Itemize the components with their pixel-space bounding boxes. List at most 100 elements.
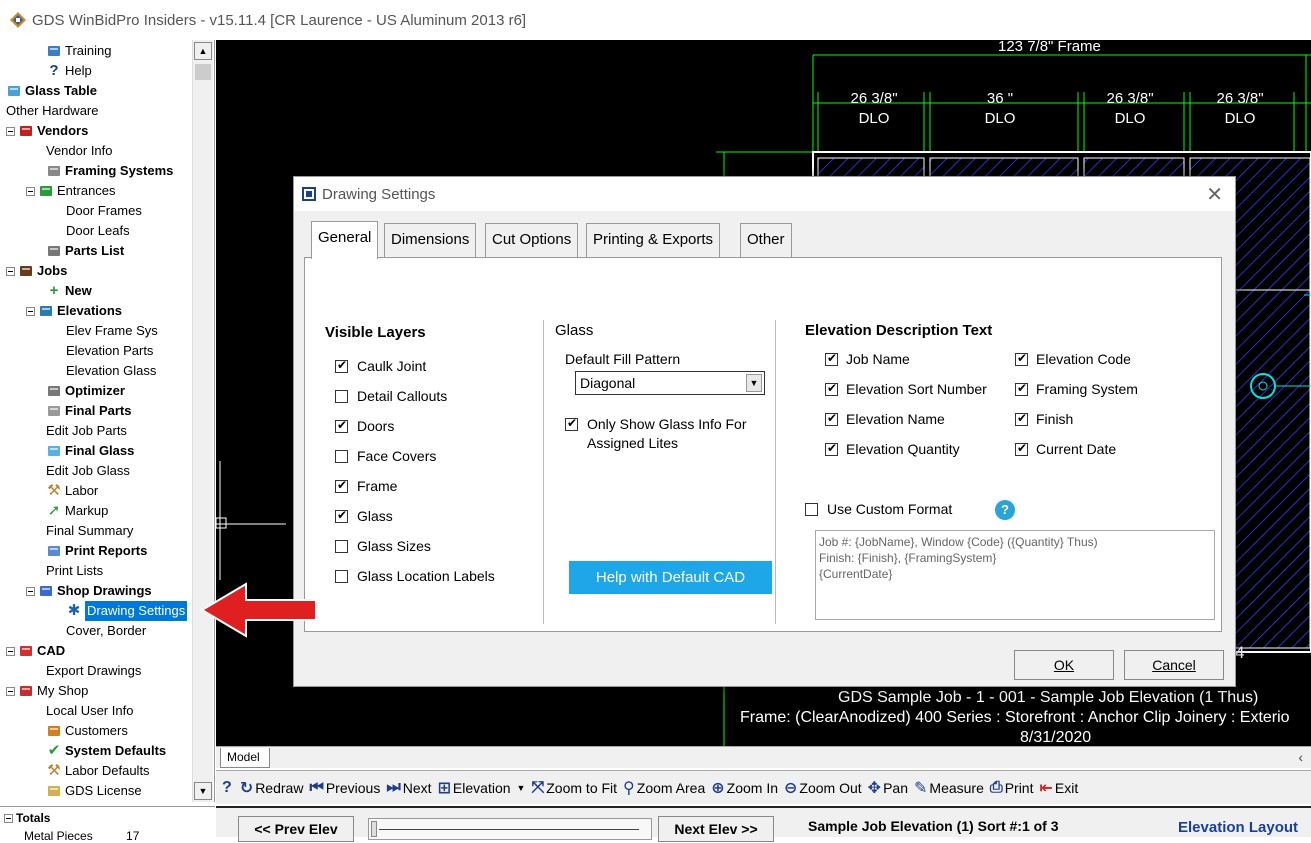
tree-item-edit-job-glass[interactable]: Edit Job Glass: [46, 461, 130, 481]
tree-item-print-reports[interactable]: Print Reports: [46, 541, 147, 561]
tree-item-local-user-info[interactable]: Local User Info: [46, 701, 133, 721]
tree-item-framing-systems[interactable]: Framing Systems: [46, 161, 173, 181]
tree-item-elev-frame-sys[interactable]: Elev Frame Sys: [66, 321, 158, 341]
next-button[interactable]: ⏭ Next: [386, 779, 431, 797]
tree-item-new[interactable]: + New: [46, 281, 92, 301]
layer-checkbox-glass[interactable]: Glass: [335, 508, 393, 524]
cancel-button[interactable]: Cancel: [1124, 650, 1224, 680]
scroll-down-button[interactable]: ▼: [194, 782, 212, 800]
checkbox-box[interactable]: [335, 508, 348, 523]
measure-button[interactable]: ✎ Measure: [914, 778, 984, 798]
ok-button[interactable]: OK: [1014, 650, 1114, 680]
checkbox-box[interactable]: [335, 418, 348, 433]
custom-format-checkbox-box[interactable]: [805, 502, 818, 516]
tree-item-customers[interactable]: Customers: [46, 721, 128, 741]
model-tab[interactable]: Model: [220, 748, 270, 768]
checkbox-box[interactable]: [1015, 351, 1028, 366]
tree-item-elevation-parts[interactable]: Elevation Parts: [66, 341, 153, 361]
expander-icon[interactable]: [6, 686, 15, 696]
previous-button[interactable]: ⏮ Previous: [309, 779, 380, 797]
zoom-area-button[interactable]: ⚲ Zoom Area: [623, 778, 705, 798]
tab-general[interactable]: General: [311, 221, 379, 259]
layer-checkbox-detail-callouts[interactable]: Detail Callouts: [335, 388, 447, 404]
checkbox-box[interactable]: [825, 351, 838, 366]
tab-other[interactable]: Other: [740, 223, 792, 257]
desc-checkbox-elevation-quantity[interactable]: Elevation Quantity: [825, 441, 960, 457]
tree-item-glass-table[interactable]: Glass Table: [6, 81, 97, 101]
expander-icon[interactable]: [26, 306, 35, 316]
tree-item-system-defaults[interactable]: ✔ System Defaults: [46, 741, 166, 761]
tree-item-cad[interactable]: CAD: [6, 641, 65, 661]
navigation-tree[interactable]: Training? Help Glass Table Other Hardware Ve…: [0, 40, 215, 802]
close-icon[interactable]: ✕: [1206, 182, 1223, 207]
custom-format-textarea[interactable]: Job #: {JobName}, Window {Code} ({Quanti…: [815, 530, 1215, 620]
only-show-glass-checkbox[interactable]: Only Show Glass Info For Assigned Lites: [565, 415, 747, 453]
layer-checkbox-doors[interactable]: Doors: [335, 418, 394, 434]
checkbox-box[interactable]: [825, 381, 838, 396]
checkbox-box[interactable]: [335, 478, 348, 493]
tree-item-door-leafs[interactable]: Door Leafs: [66, 221, 130, 241]
tree-item-drawing-settings[interactable]: ✱ Drawing Settings: [66, 601, 188, 621]
checkbox-box[interactable]: [335, 539, 348, 553]
tree-item-export-drawings[interactable]: Export Drawings: [46, 661, 141, 681]
checkbox-box[interactable]: [1015, 411, 1028, 426]
scroll-thumb[interactable]: [195, 64, 211, 80]
layer-checkbox-glass-sizes[interactable]: Glass Sizes: [335, 538, 431, 554]
expander-icon[interactable]: [6, 266, 15, 276]
tree-item-elevation-glass[interactable]: Elevation Glass: [66, 361, 156, 381]
checkbox-box[interactable]: [1015, 381, 1028, 396]
tree-item-edit-job-parts[interactable]: Edit Job Parts: [46, 421, 127, 441]
expander-icon[interactable]: [6, 646, 15, 656]
checkbox-box[interactable]: [825, 411, 838, 426]
tree-item-print-lists[interactable]: Print Lists: [46, 561, 103, 581]
checkbox-box[interactable]: [335, 449, 348, 463]
tree-item-final-parts[interactable]: Final Parts: [46, 401, 131, 421]
layer-checkbox-face-covers[interactable]: Face Covers: [335, 448, 436, 464]
tree-item-other-hardware[interactable]: Other Hardware: [6, 101, 98, 121]
use-custom-format-checkbox[interactable]: Use Custom Format: [805, 501, 952, 517]
tab-printing-exports[interactable]: Printing & Exports: [586, 223, 721, 257]
zoom-to-fit-button[interactable]: ⤧ Zoom to Fit: [531, 779, 617, 797]
tree-item-shop-drawings[interactable]: Shop Drawings: [26, 581, 152, 601]
desc-checkbox-current-date[interactable]: Current Date: [1015, 441, 1116, 457]
pan-button[interactable]: ✥ Pan: [868, 778, 908, 798]
layer-checkbox-caulk-joint[interactable]: Caulk Joint: [335, 358, 426, 374]
checkbox-box[interactable]: [335, 389, 348, 403]
tree-item-vendor-info[interactable]: Vendor Info: [46, 141, 113, 161]
tree-item-door-frames[interactable]: Door Frames: [66, 201, 142, 221]
tree-item-final-summary[interactable]: Final Summary: [46, 521, 133, 541]
print-button[interactable]: ⎙ Print: [990, 779, 1034, 797]
totals-expander[interactable]: [4, 813, 13, 823]
tree-item-my-shop[interactable]: My Shop: [6, 681, 88, 701]
desc-checkbox-job-name[interactable]: Job Name: [825, 351, 910, 367]
tree-item-help[interactable]: ? Help: [46, 61, 91, 81]
layout-label[interactable]: Elevation Layout: [1178, 819, 1298, 836]
desc-checkbox-elevation-sort-number[interactable]: Elevation Sort Number: [825, 381, 987, 397]
desc-checkbox-framing-system[interactable]: Framing System: [1015, 381, 1138, 397]
desc-checkbox-finish[interactable]: Finish: [1015, 411, 1073, 427]
desc-checkbox-elevation-name[interactable]: Elevation Name: [825, 411, 945, 427]
fill-pattern-select[interactable]: Diagonal ▼: [575, 371, 765, 395]
expander-icon[interactable]: [26, 186, 35, 196]
tree-item-optimizer[interactable]: Optimizer: [46, 381, 125, 401]
expander-icon[interactable]: [6, 126, 15, 136]
checkbox-box[interactable]: [1015, 441, 1028, 456]
scroll-up-button[interactable]: ▲: [194, 42, 212, 60]
tree-item-parts-list[interactable]: Parts List: [46, 241, 124, 261]
zoom-out-button[interactable]: ⊖ Zoom Out: [784, 778, 862, 798]
tree-item-final-glass[interactable]: Final Glass: [46, 441, 134, 461]
tree-item-gds-license[interactable]: GDS License: [46, 781, 142, 801]
tree-item-labor[interactable]: ⚒ Labor: [46, 481, 98, 501]
tree-item-vendors[interactable]: Vendors: [6, 121, 88, 141]
expander-icon[interactable]: [26, 586, 35, 596]
layer-checkbox-glass-location-labels[interactable]: Glass Location Labels: [335, 568, 495, 584]
prev-elev-button[interactable]: << Prev Elev: [238, 816, 354, 842]
tree-scrollbar[interactable]: ▲ ▼: [192, 40, 213, 802]
tree-item-training[interactable]: Training: [46, 41, 111, 61]
slider-thumb[interactable]: [371, 821, 377, 837]
tab-dimensions[interactable]: Dimensions: [384, 223, 477, 257]
tree-item-entrances[interactable]: Entrances: [26, 181, 116, 201]
checkbox-box[interactable]: [335, 569, 348, 583]
help-button[interactable]: ?: [222, 779, 234, 797]
tree-item-markup[interactable]: ➚ Markup: [46, 501, 109, 521]
